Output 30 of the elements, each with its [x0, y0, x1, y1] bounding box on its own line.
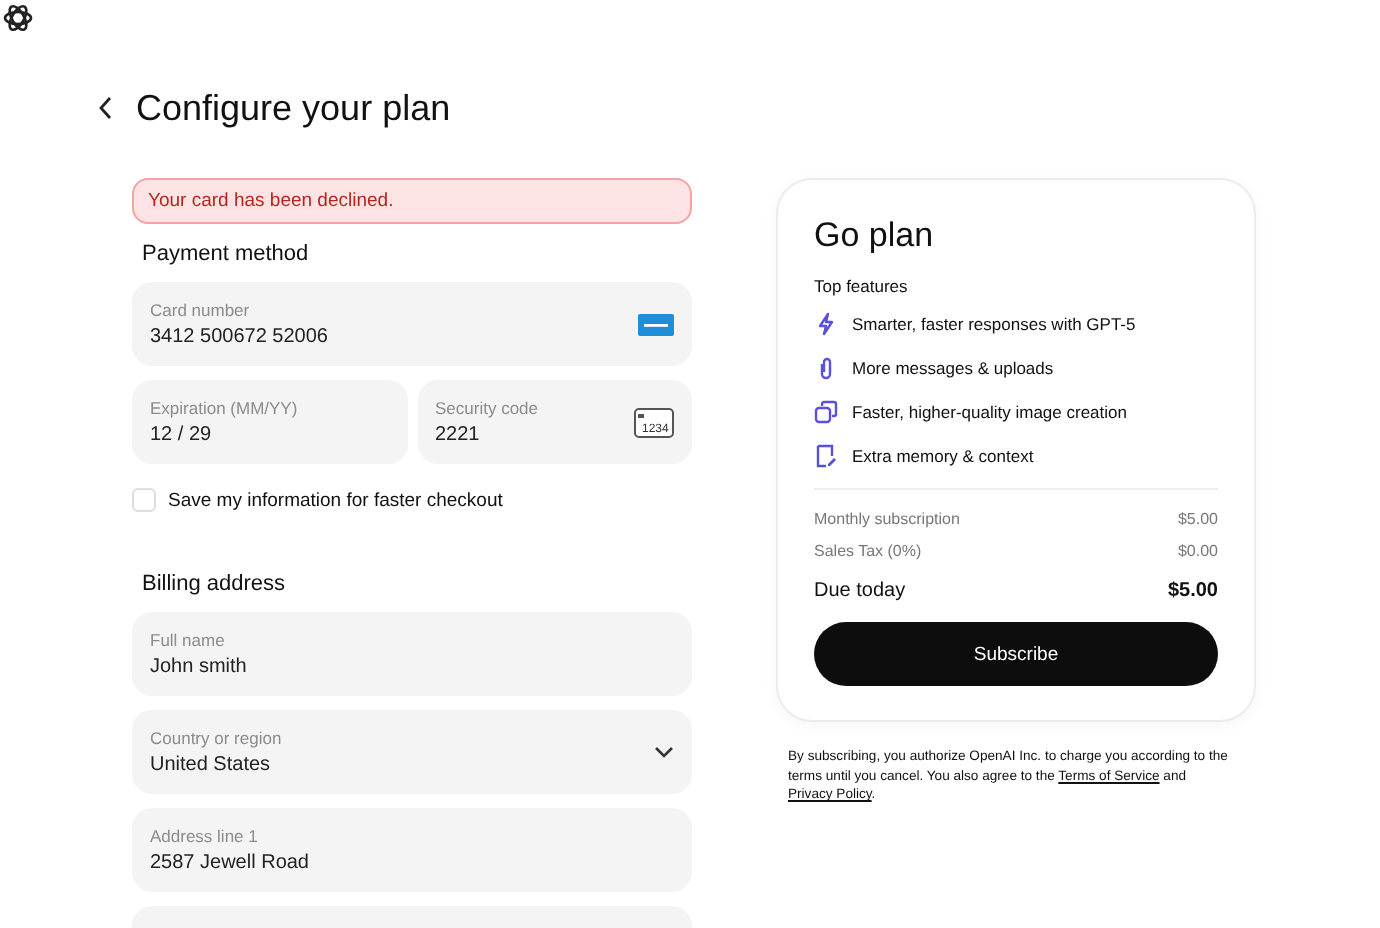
feature-text: Smarter, faster responses with GPT-5	[852, 314, 1136, 334]
feature-text: More messages & uploads	[852, 358, 1054, 378]
feature-text: Extra memory & context	[852, 446, 1034, 466]
section-heading: Payment method	[142, 242, 311, 266]
feature-text: Faster, higher-quality image creation	[852, 402, 1127, 422]
price-label: Sales Tax (0%)	[814, 542, 922, 560]
images-icon	[814, 400, 838, 424]
total-label: Due today	[814, 580, 906, 602]
checkbox[interactable]	[132, 488, 156, 512]
input-field[interactable]: Full name John smith	[132, 612, 692, 696]
features-heading: Top features	[814, 276, 910, 296]
price-amount: $5.00	[1177, 510, 1218, 528]
price-amount: $0.00	[1177, 542, 1218, 560]
total-amount: $5.00	[1167, 580, 1218, 602]
subscribe-button[interactable]: Subscribe	[814, 622, 1218, 686]
input-field[interactable]: Address line 1 2587 Jewell Road	[132, 808, 692, 892]
section-heading: Billing address	[142, 572, 288, 596]
plan-title: Go plan	[814, 216, 936, 256]
logo-icon[interactable]	[2, 2, 34, 34]
checkbox-label: Save my information for faster checkout	[168, 489, 503, 511]
select-field[interactable]: Country or region United States	[132, 710, 692, 794]
credit-card-icon	[638, 313, 674, 335]
chevron-down-icon	[654, 746, 674, 758]
expiration-field[interactable]: Expiration (MM/YY) 12 / 29	[132, 380, 407, 464]
notebook-icon	[814, 444, 838, 468]
card-number-field[interactable]: Card number 3412 500672 52006	[132, 282, 692, 366]
error-banner: Your card has been declined.	[132, 178, 692, 224]
page-title: Configure your plan	[136, 87, 451, 129]
price-label: Monthly subscription	[814, 510, 960, 528]
chevron-left-icon	[98, 96, 114, 120]
